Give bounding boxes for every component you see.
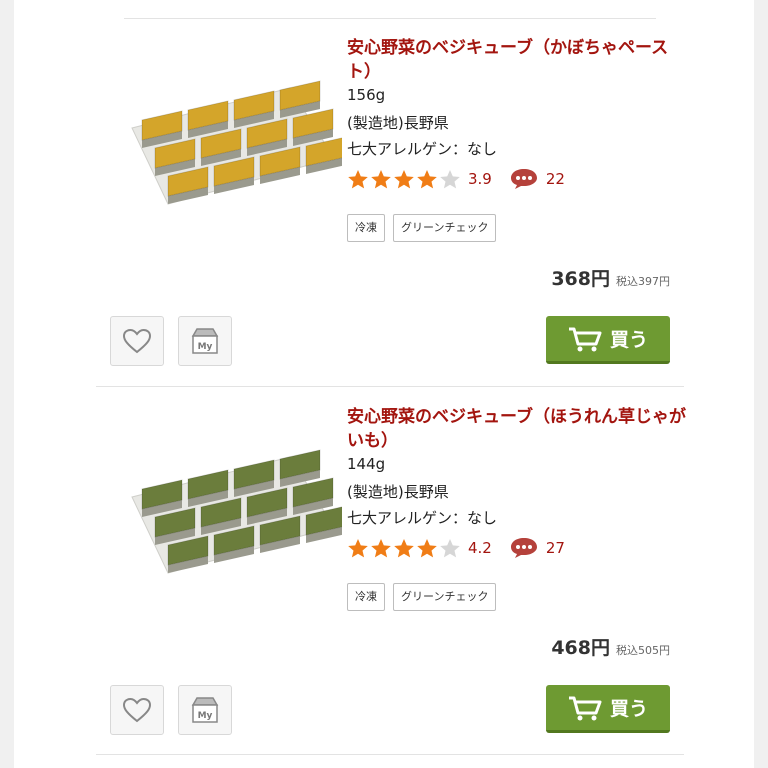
product-weight: 144g: [347, 455, 386, 473]
product-allergen: 七大アレルゲン：なし: [347, 140, 498, 158]
comment-bubble-icon: [510, 169, 537, 189]
favorite-button[interactable]: [110, 685, 164, 735]
buy-button-label: 買う: [609, 698, 648, 720]
svg-text:My: My: [198, 342, 213, 352]
rating-row[interactable]: 4.2 27: [347, 537, 565, 559]
price: 468円 税込505円: [551, 633, 670, 660]
my-box-icon: My: [191, 328, 219, 354]
tag-frozen: 冷凍: [347, 583, 385, 611]
svg-text:My: My: [198, 711, 213, 721]
rating-stars: [347, 538, 462, 558]
star-icon: [417, 539, 437, 558]
review-count[interactable]: 22: [546, 170, 565, 188]
product-title[interactable]: 安心野菜のベジキューブ（ほうれん草じゃがいも）: [347, 405, 687, 453]
star-icon: [394, 170, 414, 189]
buy-button[interactable]: 買う: [546, 685, 670, 733]
rating-row[interactable]: 3.9 22: [347, 168, 565, 190]
product-image[interactable]: [112, 70, 342, 220]
favorite-button[interactable]: [110, 316, 164, 366]
product-image[interactable]: [112, 439, 342, 589]
heart-icon: [122, 328, 152, 354]
star-icon: [371, 539, 391, 558]
star-icon: [371, 170, 391, 189]
price-tax-included: 税込505円: [616, 644, 670, 657]
star-icon: [348, 539, 368, 558]
heart-icon: [122, 697, 152, 723]
tag-green-check: グリーンチェック: [393, 583, 497, 611]
product-card[interactable]: 安心野菜のベジキューブ（ほうれん草じゃがいも） 144g (製造地)長野県 七大…: [14, 369, 754, 739]
buy-button[interactable]: 買う: [546, 316, 670, 364]
price: 368円 税込397円: [551, 264, 670, 291]
rating-stars: [347, 169, 462, 189]
product-allergen: 七大アレルゲン：なし: [347, 509, 498, 527]
star-icon: [394, 539, 414, 558]
star-icon: [440, 170, 460, 189]
tag-frozen: 冷凍: [347, 214, 385, 242]
product-list: 安心野菜のベジキューブ（かぼちゃペースト） 156g (製造地)長野県 七大アレ…: [14, 0, 754, 768]
divider: [96, 754, 684, 755]
tag-list: 冷凍 グリーンチェック: [347, 583, 504, 611]
price-tax-included: 税込397円: [616, 275, 670, 288]
cart-icon: [568, 696, 602, 720]
my-box-icon: My: [191, 697, 219, 723]
price-main: 468円: [551, 637, 610, 659]
product-origin: (製造地)長野県: [347, 483, 449, 501]
comment-bubble-icon: [510, 538, 537, 558]
product-card[interactable]: 安心野菜のベジキューブ（かぼちゃペースト） 156g (製造地)長野県 七大アレ…: [14, 0, 754, 370]
tag-green-check: グリーンチェック: [393, 214, 497, 242]
star-icon: [348, 170, 368, 189]
star-icon: [417, 170, 437, 189]
rating-score: 3.9: [468, 170, 492, 188]
buy-button-label: 買う: [609, 329, 648, 351]
my-box-button[interactable]: My: [178, 316, 232, 366]
product-weight: 156g: [347, 86, 386, 104]
my-box-button[interactable]: My: [178, 685, 232, 735]
price-main: 368円: [551, 268, 610, 290]
rating-score: 4.2: [468, 539, 492, 557]
review-count[interactable]: 27: [546, 539, 565, 557]
product-title[interactable]: 安心野菜のベジキューブ（かぼちゃペースト）: [347, 36, 687, 84]
tag-list: 冷凍 グリーンチェック: [347, 214, 504, 242]
product-origin: (製造地)長野県: [347, 114, 449, 132]
star-icon: [440, 539, 460, 558]
cart-icon: [568, 327, 602, 351]
